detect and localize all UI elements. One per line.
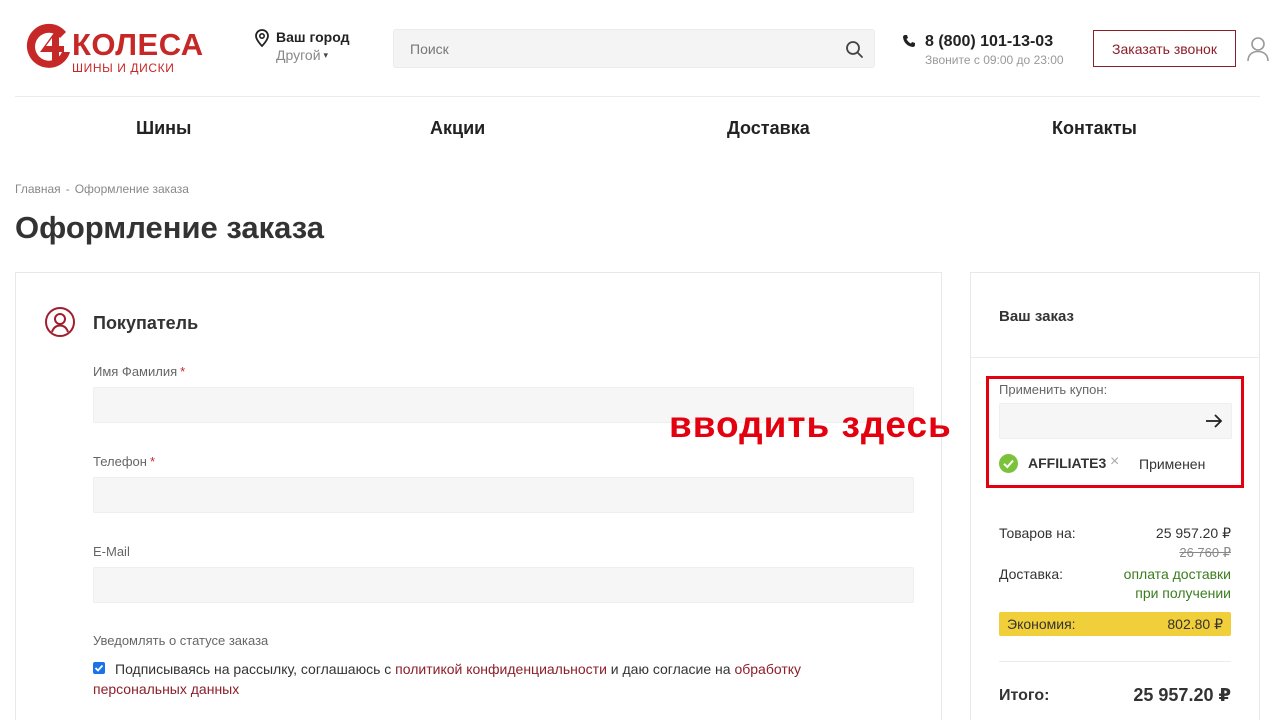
order-title: Ваш заказ [999, 308, 1074, 325]
applied-coupon: AFFILIATE3 × Применен [999, 453, 1234, 475]
coupon-hint-annotation: вводить здесь [669, 404, 952, 445]
notify-status-label: Уведомлять о статусе заказа [93, 633, 269, 648]
nav-item-contacts[interactable]: Контакты [1052, 118, 1137, 139]
name-field-label: Имя Фамилия * [93, 364, 185, 379]
delivery-value-line1: оплата доставки [1123, 566, 1231, 582]
privacy-policy-link[interactable]: политикой конфиденциальности [395, 661, 607, 677]
consent-text-before: Подписываясь на рассылку, соглашаюсь с [115, 661, 396, 677]
search-button[interactable] [838, 33, 870, 65]
name-label-text: Имя Фамилия [93, 364, 178, 379]
phone-hours: Звоните с 09:00 до 23:00 [925, 53, 1064, 67]
map-pin-icon [255, 29, 269, 47]
check-circle-icon [999, 454, 1018, 473]
site-logo[interactable]: КОЛЕСА шины и диски [22, 22, 212, 76]
coupon-input[interactable] [1000, 404, 1195, 438]
logo-mark-icon [26, 23, 70, 68]
logo-title: КОЛЕСА [72, 27, 204, 62]
nav-item-delivery[interactable]: Доставка [727, 118, 810, 139]
nav-item-tires[interactable]: Шины [136, 118, 191, 139]
user-icon [1247, 37, 1269, 62]
order-summary: Ваш заказ Применить купон: AFFILIATE3 × … [970, 272, 1260, 720]
required-mark: * [180, 364, 186, 379]
consent-text-middle: и даю согласие на [606, 661, 735, 677]
economy-label: Экономия: [1007, 616, 1076, 632]
email-input[interactable] [93, 567, 914, 603]
total-value: 25 957.20 ₽ [1133, 685, 1231, 705]
breadcrumb-home[interactable]: Главная [15, 182, 61, 196]
delivery-value-line2: при получении [1135, 585, 1231, 601]
goods-total-value: 25 957.20 ₽ [1155, 525, 1231, 541]
site-header: КОЛЕСА шины и диски Ваш город Другой▾ 8 … [0, 0, 1280, 97]
request-callback-button[interactable]: Заказать звонок [1093, 30, 1236, 67]
search-input[interactable] [394, 30, 834, 67]
nav-item-promotions[interactable]: Акции [430, 118, 485, 139]
phone-icon [903, 35, 915, 47]
email-label-text: E-Mail [93, 544, 130, 559]
user-circle-icon [45, 307, 75, 337]
coupon-label: Применить купон: [999, 382, 1108, 397]
chevron-down-icon: ▾ [323, 50, 329, 60]
city-value-text: Другой [276, 47, 321, 63]
search-bar [393, 29, 875, 68]
search-icon [846, 41, 863, 58]
apply-coupon-button[interactable] [1203, 410, 1225, 432]
user-account-button[interactable] [1246, 36, 1270, 62]
remove-coupon-button[interactable]: × [1110, 453, 1119, 471]
coupon-highlight-box: Применить купон: AFFILIATE3 × Применен [986, 376, 1244, 488]
economy-value: 802.80 ₽ [1167, 616, 1223, 632]
goods-total-label: Товаров на: [999, 525, 1076, 541]
city-label: Ваш город [276, 29, 350, 45]
required-mark: * [149, 454, 155, 469]
order-divider [971, 357, 1259, 358]
arrow-right-icon [1206, 414, 1223, 428]
logo-subtitle: шины и диски [72, 61, 175, 75]
total-divider [999, 661, 1231, 662]
phone-input[interactable] [93, 477, 914, 513]
breadcrumb-current: Оформление заказа [74, 182, 189, 196]
main-nav: Шины Акции Доставка Контакты [0, 97, 1280, 159]
buyer-title: Покупатель [93, 313, 199, 333]
consent-text: Подписываясь на рассылку, соглашаюсь с п… [93, 659, 863, 699]
coupon-status: Применен [1139, 456, 1206, 472]
buyer-section: Покупатель Имя Фамилия * Телефон * E-Mail … [15, 272, 942, 720]
phone-field-label: Телефон * [93, 454, 155, 469]
goods-old-price: 26 760 ₽ [1179, 545, 1231, 560]
checkmark-icon [94, 664, 104, 672]
delivery-label: Доставка: [999, 566, 1064, 582]
economy-bar: Экономия: 802.80 ₽ [999, 612, 1231, 636]
page-title: Оформление заказа [15, 210, 325, 245]
total-label: Итого: [999, 687, 1050, 704]
breadcrumb-separator: - [65, 182, 70, 196]
email-field-label: E-Mail [93, 544, 130, 559]
phone-label-text: Телефон [93, 454, 147, 469]
coupon-code: AFFILIATE3 [1028, 455, 1107, 471]
consent-checkbox[interactable] [93, 662, 105, 674]
city-value[interactable]: Другой ▾ [276, 47, 328, 63]
breadcrumb: Главная - Оформление заказа [15, 182, 189, 196]
consent-block: Подписываясь на рассылку, соглашаюсь с п… [93, 659, 863, 699]
phone-number[interactable]: 8 (800) 101-13-03 [925, 33, 1053, 51]
coupon-field [999, 403, 1232, 439]
